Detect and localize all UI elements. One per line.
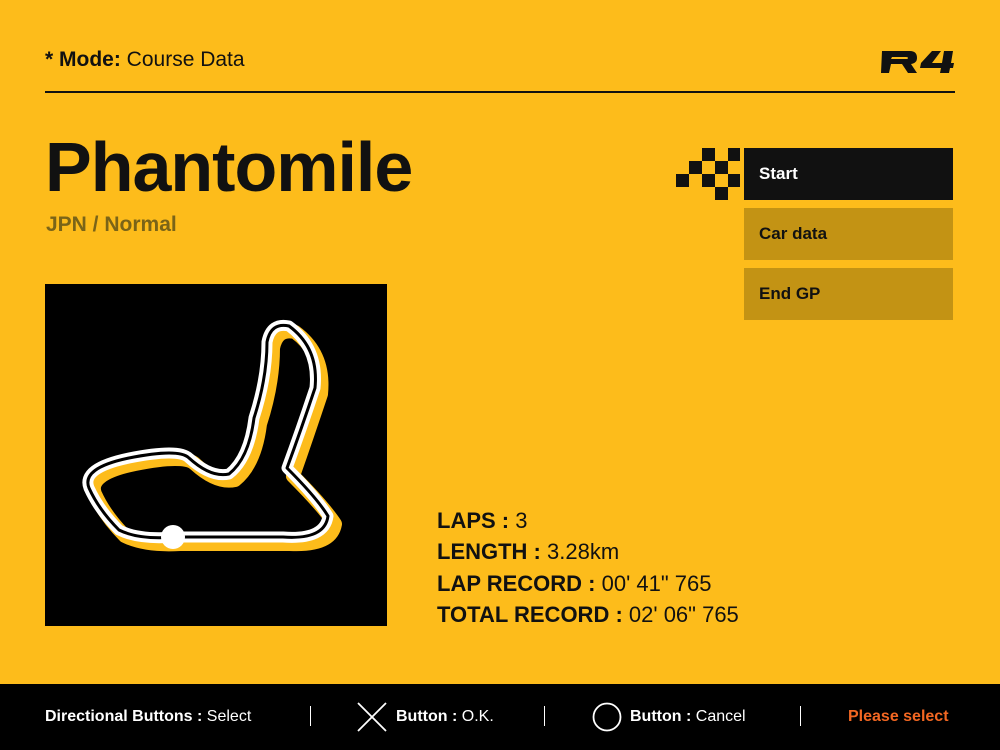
hint-directional: Directional Buttons : Select xyxy=(45,708,252,725)
header: * Mode: Course Data xyxy=(45,48,955,93)
menu-item-car-data[interactable]: Car data xyxy=(744,208,953,260)
r4-logo xyxy=(881,51,954,73)
controls-footer: Directional Buttons : Select Button : O.… xyxy=(0,684,1000,750)
divider xyxy=(310,706,311,726)
hint-cancel: Button : Cancel xyxy=(630,708,746,725)
cross-button-icon xyxy=(357,702,387,732)
divider xyxy=(544,706,545,726)
menu-item-end-gp[interactable]: End GP xyxy=(744,268,953,320)
mode-value: Course Data xyxy=(126,48,245,71)
course-title: Phantomile xyxy=(45,128,413,206)
menu-item-label: Start xyxy=(759,164,798,183)
stat-laps: LAPS : 3 xyxy=(437,508,528,533)
divider xyxy=(800,706,801,726)
stat-total-record: TOTAL RECORD : 02' 06" 765 xyxy=(437,601,739,627)
menu-item-start[interactable]: Start xyxy=(744,148,953,200)
start-point-marker xyxy=(161,525,185,549)
track-layout xyxy=(82,319,342,552)
stat-lap-record: LAP RECORD : 00' 41" 765 xyxy=(437,570,712,596)
mode-indicator: * Mode: Course Data xyxy=(45,48,245,72)
mode-label: * Mode: xyxy=(45,48,121,71)
stat-length: LENGTH : 3.28km xyxy=(437,539,620,565)
course-stats: LAPS : 3 LENGTH : 3.28km LAP RECORD : 00… xyxy=(437,505,739,630)
menu-item-label: End GP xyxy=(759,284,821,303)
course-map xyxy=(45,284,387,626)
course-subtitle: JPN / Normal xyxy=(46,213,177,236)
track-line xyxy=(82,319,334,544)
status-prompt: Please select xyxy=(848,708,949,725)
menu-item-label: Car data xyxy=(759,224,828,243)
checkered-flag-icon xyxy=(676,148,740,200)
hint-ok: Button : O.K. xyxy=(396,708,494,725)
circle-button-icon xyxy=(592,702,622,732)
